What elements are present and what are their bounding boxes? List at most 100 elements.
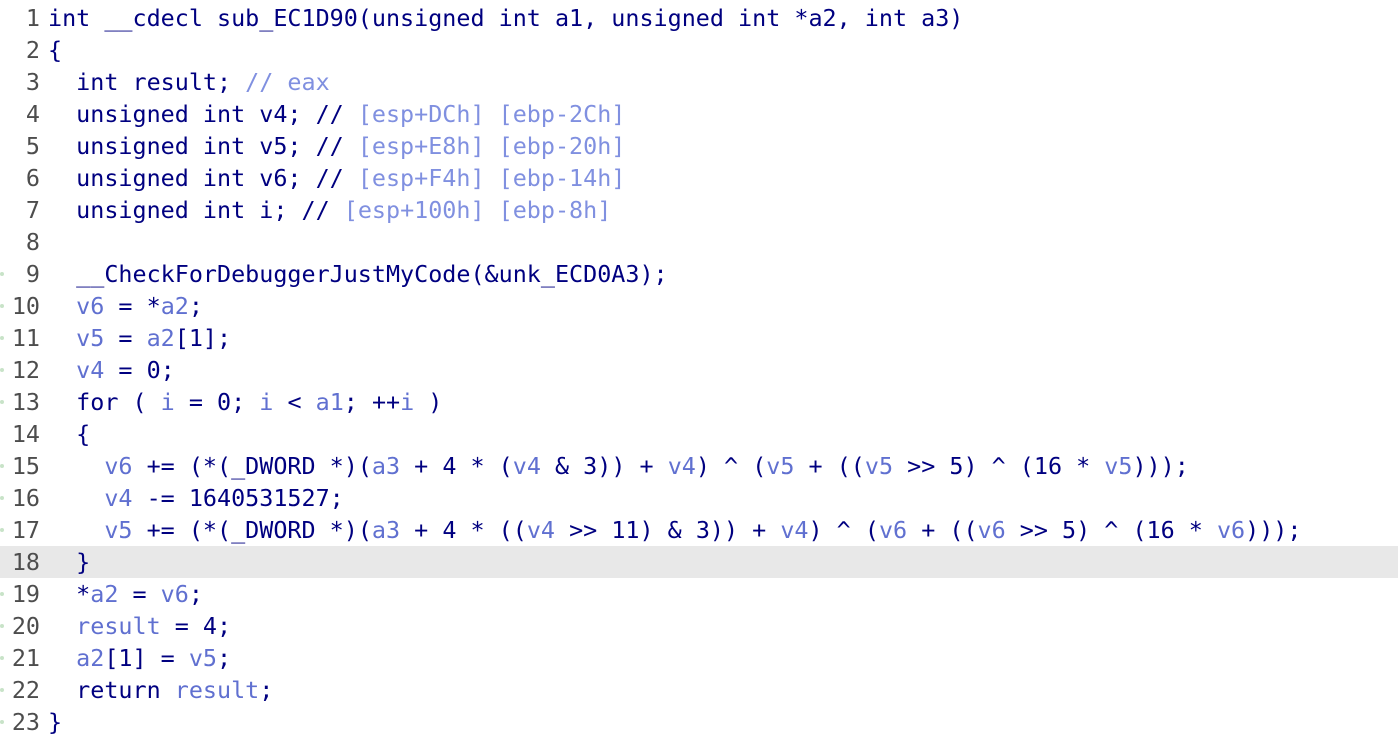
code-variable[interactable]: v5: [865, 452, 893, 480]
code-variable[interactable]: v4: [527, 516, 555, 544]
code-variable[interactable]: a2: [90, 580, 118, 608]
code-variable[interactable]: v6: [1217, 516, 1245, 544]
code-token: {: [48, 420, 91, 448]
code-token: __CheckForDebuggerJustMyCode(&unk_ECD0A3…: [48, 260, 668, 288]
code-line[interactable]: 13 for ( i = 0; i < a1; ++i ): [0, 386, 1398, 418]
code-text: v6 = *a2;: [48, 290, 203, 322]
code-token: + ((: [794, 452, 865, 480]
code-variable[interactable]: v5: [1104, 452, 1132, 480]
code-variable[interactable]: v5: [189, 644, 217, 672]
code-token: [1];: [174, 324, 232, 352]
code-text: v5 = a2[1];: [48, 322, 231, 354]
code-line[interactable]: 1 int __cdecl sub_EC1D90(unsigned int a1,…: [0, 2, 1398, 34]
code-token: )));: [1132, 452, 1189, 480]
code-line[interactable]: 3 int result; // eax: [0, 66, 1398, 98]
code-token: ;: [217, 644, 232, 672]
code-variable[interactable]: v5: [766, 452, 794, 480]
code-line[interactable]: 11 v5 = a2[1];: [0, 322, 1398, 354]
code-variable[interactable]: v6: [161, 580, 189, 608]
code-line[interactable]: 20 result = 4;: [0, 610, 1398, 642]
code-text: *a2 = v6;: [48, 578, 203, 610]
code-token: + ((: [907, 516, 978, 544]
code-variable[interactable]: v5: [104, 516, 132, 544]
code-line[interactable]: 17 v5 += (*(_DWORD *)(a3 + 4 * ((v4 >> 1…: [0, 514, 1398, 546]
line-number: 20: [11, 612, 40, 640]
code-text: v4 = 0;: [48, 354, 175, 386]
code-line[interactable]: 4 unsigned int v4; // [esp+DCh] [ebp-2Ch…: [0, 98, 1398, 130]
code-variable[interactable]: i: [161, 388, 175, 416]
code-line[interactable]: 18 }: [0, 546, 1398, 578]
code-variable[interactable]: a3: [372, 452, 400, 480]
code-token: return: [48, 676, 175, 704]
code-token: + 4 * (: [400, 452, 513, 480]
code-variable[interactable]: v4: [780, 516, 808, 544]
code-variable[interactable]: v6: [104, 452, 132, 480]
code-token: for (: [48, 388, 161, 416]
code-text: unsigned int i; // [esp+100h] [ebp-8h]: [48, 194, 611, 226]
line-number: 19: [11, 580, 40, 608]
code-variable[interactable]: a1: [316, 388, 344, 416]
code-token: = 0;: [174, 388, 260, 416]
code-variable[interactable]: v4: [76, 356, 104, 384]
code-variable[interactable]: a2: [161, 292, 189, 320]
code-variable[interactable]: i: [400, 388, 414, 416]
code-variable[interactable]: v6: [879, 516, 907, 544]
code-text: {: [48, 34, 62, 66]
code-text: v4 -= 1640531527;: [48, 482, 343, 514]
code-variable[interactable]: v4: [513, 452, 541, 480]
code-line[interactable]: 21 a2[1] = v5;: [0, 642, 1398, 674]
code-variable[interactable]: v4: [104, 484, 132, 512]
code-text: result = 4;: [48, 610, 231, 642]
code-token: <: [273, 388, 316, 416]
code-token: >> 5) ^ (16 *: [893, 452, 1105, 480]
code-line[interactable]: 19 *a2 = v6;: [0, 578, 1398, 610]
code-text: v6 += (*(_DWORD *)(a3 + 4 * (v4 & 3)) + …: [48, 450, 1189, 482]
code-token: ) ^ (: [808, 516, 879, 544]
code-line[interactable]: 10 v6 = *a2;: [0, 290, 1398, 322]
code-line[interactable]: 9 __CheckForDebuggerJustMyCode(&unk_ECD0…: [0, 258, 1398, 290]
line-number: 6: [25, 164, 40, 192]
code-variable[interactable]: a2: [147, 324, 175, 352]
code-token: += (*(_DWORD *)(: [132, 452, 372, 480]
code-line[interactable]: 16 v4 -= 1640531527;: [0, 482, 1398, 514]
code-token: unsigned int v5; //: [48, 132, 358, 160]
line-number: 2: [25, 36, 40, 64]
code-comment: [esp+F4h] [ebp-14h]: [357, 164, 626, 192]
line-number: 8: [25, 228, 40, 256]
code-line[interactable]: 15 v6 += (*(_DWORD *)(a3 + 4 * (v4 & 3))…: [0, 450, 1398, 482]
code-line[interactable]: 6 unsigned int v6; // [esp+F4h] [ebp-14h…: [0, 162, 1398, 194]
code-token: unsigned int v4; //: [48, 100, 358, 128]
code-line[interactable]: 23}: [0, 706, 1398, 738]
code-variable[interactable]: a3: [372, 516, 400, 544]
code-line[interactable]: 5 unsigned int v5; // [esp+E8h] [ebp-20h…: [0, 130, 1398, 162]
code-variable[interactable]: result: [175, 676, 260, 704]
code-token: = *: [104, 292, 161, 320]
code-line[interactable]: 22 return result;: [0, 674, 1398, 706]
code-token: >> 11) & 3)) +: [555, 516, 781, 544]
code-variable[interactable]: a2: [76, 644, 104, 672]
code-variable[interactable]: v6: [978, 516, 1006, 544]
pseudocode-view[interactable]: 1 int __cdecl sub_EC1D90(unsigned int a1,…: [0, 2, 1398, 738]
code-line[interactable]: 2{: [0, 34, 1398, 66]
line-number: 14: [11, 420, 40, 448]
code-variable[interactable]: v4: [668, 452, 696, 480]
code-text: {: [48, 418, 90, 450]
code-variable[interactable]: result: [76, 612, 161, 640]
code-comment: // eax: [245, 68, 330, 96]
code-variable[interactable]: v6: [76, 292, 104, 320]
code-line[interactable]: 8: [0, 226, 1398, 258]
code-token: >> 5) ^ (16 *: [1005, 516, 1217, 544]
line-number: 16: [11, 484, 40, 512]
code-line[interactable]: 12 v4 = 0;: [0, 354, 1398, 386]
code-variable[interactable]: i: [259, 388, 273, 416]
code-variable[interactable]: v5: [76, 324, 104, 352]
code-line[interactable]: 7 unsigned int i; // [esp+100h] [ebp-8h]: [0, 194, 1398, 226]
line-number: 10: [11, 292, 40, 320]
code-text: a2[1] = v5;: [48, 642, 231, 674]
code-text: for ( i = 0; i < a1; ++i ): [48, 386, 442, 418]
code-line[interactable]: 14 {: [0, 418, 1398, 450]
code-comment: [esp+100h] [ebp-8h]: [343, 196, 612, 224]
